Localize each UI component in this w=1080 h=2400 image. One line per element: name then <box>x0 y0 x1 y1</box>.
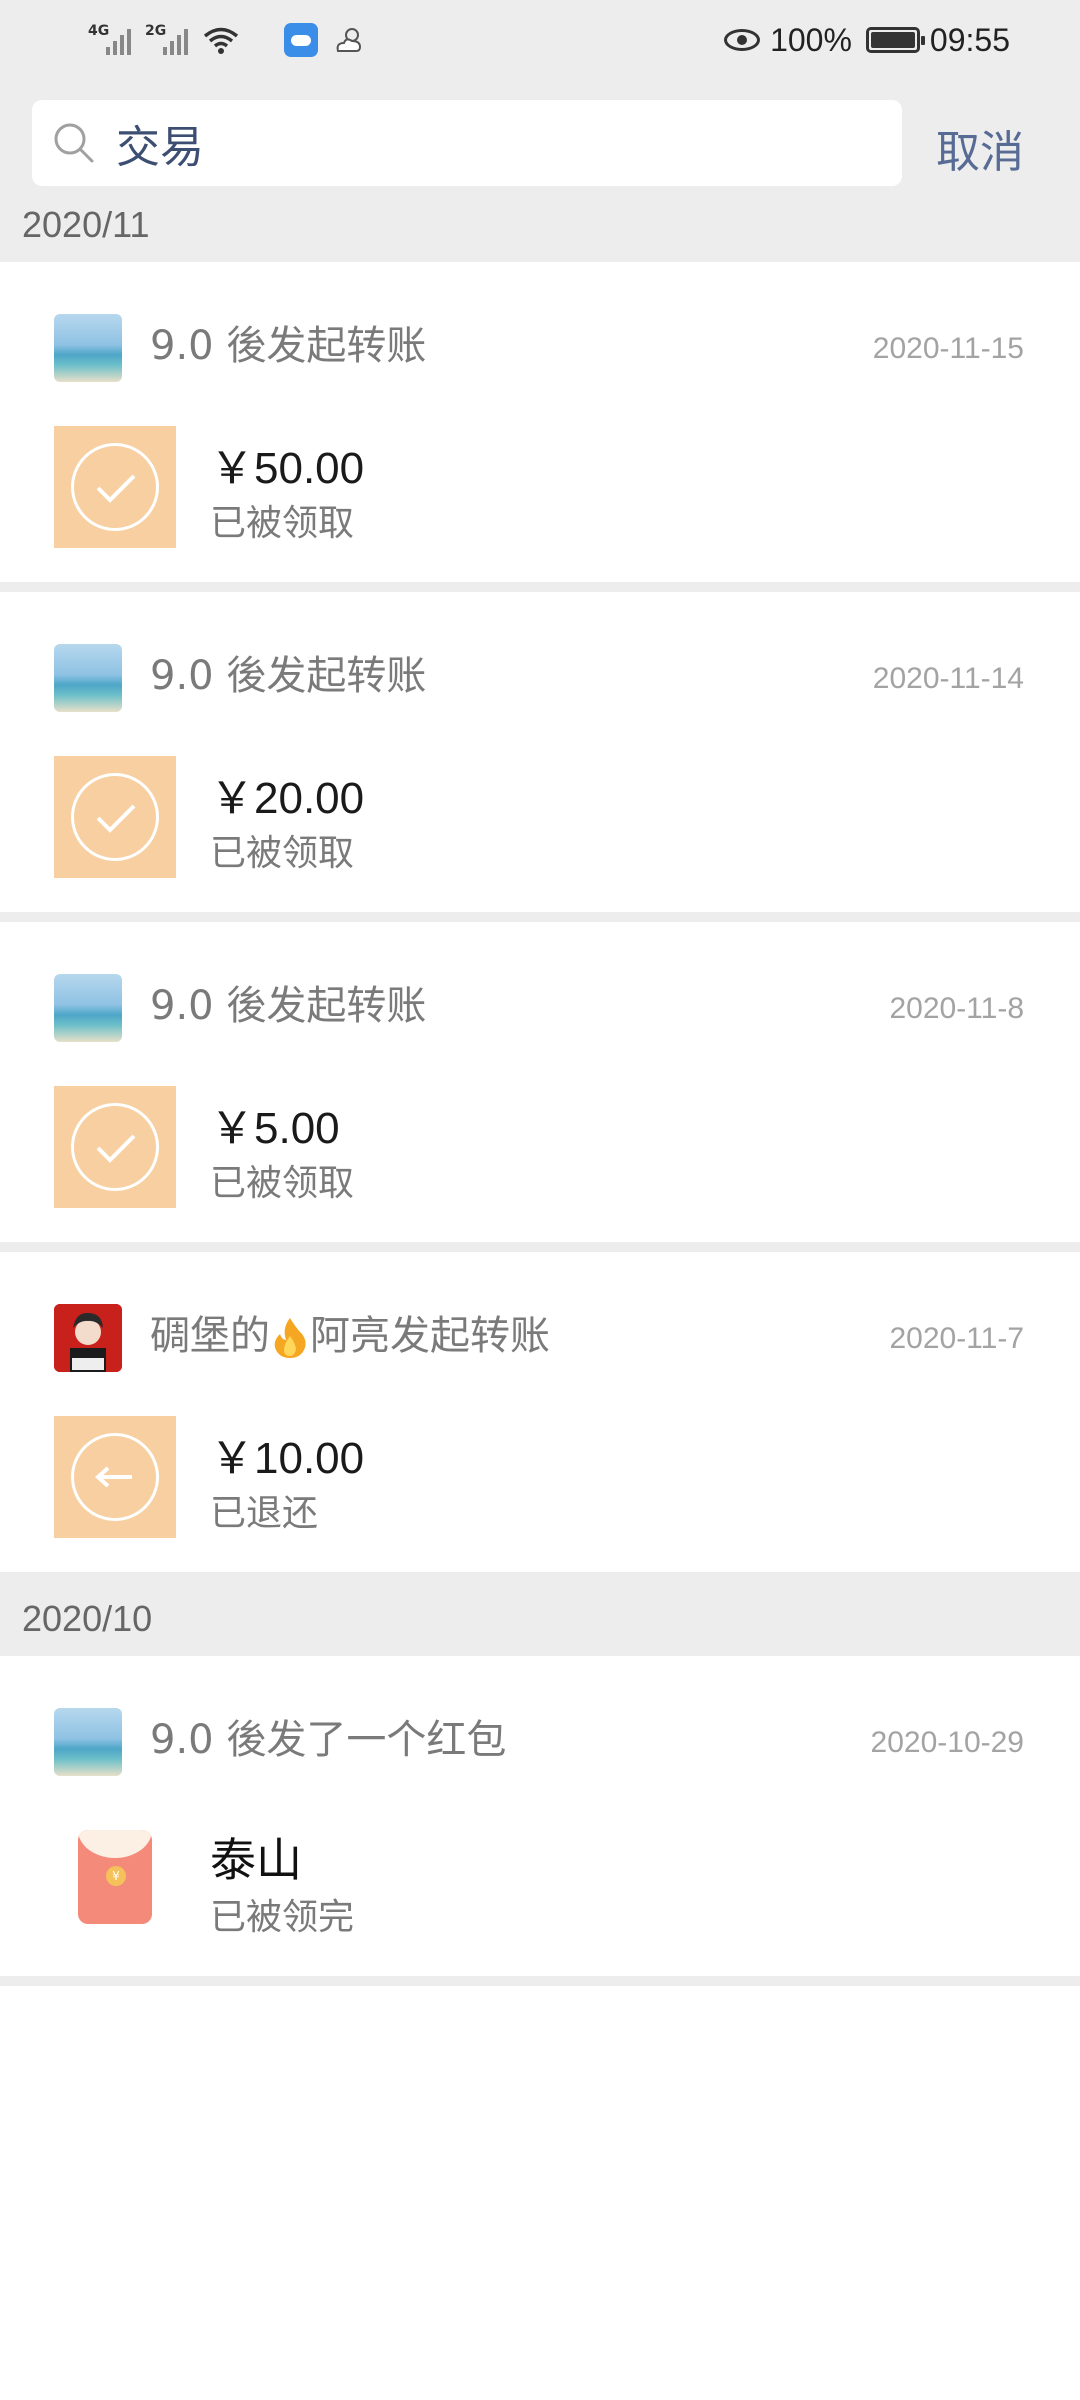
red-packet-icon: ¥ <box>78 1830 152 1924</box>
sender-label: 9.0 後发起转账 <box>150 653 427 699</box>
transaction-card[interactable]: 9.0 後发起转账 2020-11-14 ￥20.00 已被领取 <box>0 592 1080 922</box>
transfer-icon <box>54 1086 176 1208</box>
transaction-date: 2020-11-14 <box>872 662 1024 695</box>
transfer-icon <box>54 756 176 878</box>
sender-name-suffix: 阿亮发起转账 <box>310 1313 550 1359</box>
eye-comfort-icon <box>724 29 761 51</box>
check-icon <box>71 773 159 861</box>
sender-label: 9.0 後发起转账 <box>150 983 427 1029</box>
battery-icon <box>865 27 925 53</box>
transfer-status: 已被领取 <box>210 833 355 874</box>
return-arrow-icon <box>71 1433 159 1521</box>
check-icon <box>71 1103 159 1191</box>
avatar <box>54 1304 122 1372</box>
transaction-card[interactable]: 9.0 後发起转账 2020-11-8 ￥5.00 已被领取 <box>0 922 1080 1252</box>
transaction-date: 2020-10-29 <box>870 1726 1024 1759</box>
wifi-icon <box>202 25 240 55</box>
weather-icon <box>332 25 366 55</box>
transfer-icon <box>54 426 176 548</box>
fire-emoji-icon <box>270 1316 310 1360</box>
status-bar: 4G 2G 100% 09:55 <box>0 0 1080 80</box>
transfer-icon <box>54 1416 176 1538</box>
check-icon <box>71 443 159 531</box>
cellular-signal-icon-2: 2G <box>145 23 188 55</box>
battery-percent: 100% <box>770 21 852 58</box>
transfer-amount: ￥5.00 <box>210 1104 340 1153</box>
search-box[interactable] <box>32 100 902 186</box>
transfer-amount: ￥50.00 <box>210 444 365 493</box>
transaction-card[interactable]: 碉堡的 阿亮发起转账 2020-11-7 ￥10.00 已退还 <box>0 1252 1080 1582</box>
transaction-date: 2020-11-7 <box>889 1322 1024 1355</box>
month-header: 2020/10 <box>0 1582 1080 1656</box>
sender-label: 碉堡的 阿亮发起转账 <box>150 1308 550 1364</box>
search-header: 取消 <box>0 80 1080 188</box>
network-type-label-2: 2G <box>145 23 167 39</box>
month-header: 2020/11 <box>0 188 1080 262</box>
transaction-date: 2020-11-15 <box>872 332 1024 365</box>
avatar <box>54 1708 122 1776</box>
cloud-app-icon <box>284 23 318 57</box>
transfer-status: 已被领取 <box>210 1163 355 1204</box>
network-type-label: 4G <box>88 23 110 39</box>
sender-label: 9.0 後发了一个红包 <box>150 1717 507 1763</box>
avatar <box>54 974 122 1042</box>
red-packet-note: 泰山 <box>210 1833 302 1887</box>
red-packet-status: 已被领完 <box>210 1897 355 1938</box>
transfer-amount: ￥10.00 <box>210 1434 365 1483</box>
avatar <box>54 314 122 382</box>
cellular-signal-icon: 4G <box>88 23 131 55</box>
sender-name-prefix: 碉堡的 <box>150 1313 270 1359</box>
avatar <box>54 644 122 712</box>
search-input[interactable] <box>116 117 876 169</box>
search-icon <box>52 121 96 165</box>
cancel-button[interactable]: 取消 <box>936 116 1024 180</box>
transfer-status: 已退还 <box>210 1493 319 1534</box>
transaction-card[interactable]: 9.0 後发起转账 2020-11-15 ￥50.00 已被领取 <box>0 262 1080 592</box>
transaction-card[interactable]: 9.0 後发了一个红包 2020-10-29 ¥ 泰山 已被领完 <box>0 1656 1080 1986</box>
clock: 09:55 <box>929 21 1010 58</box>
transaction-date: 2020-11-8 <box>889 992 1024 1025</box>
transfer-status: 已被领取 <box>210 503 355 544</box>
sender-label: 9.0 後发起转账 <box>150 323 427 369</box>
transfer-amount: ￥20.00 <box>210 774 365 823</box>
